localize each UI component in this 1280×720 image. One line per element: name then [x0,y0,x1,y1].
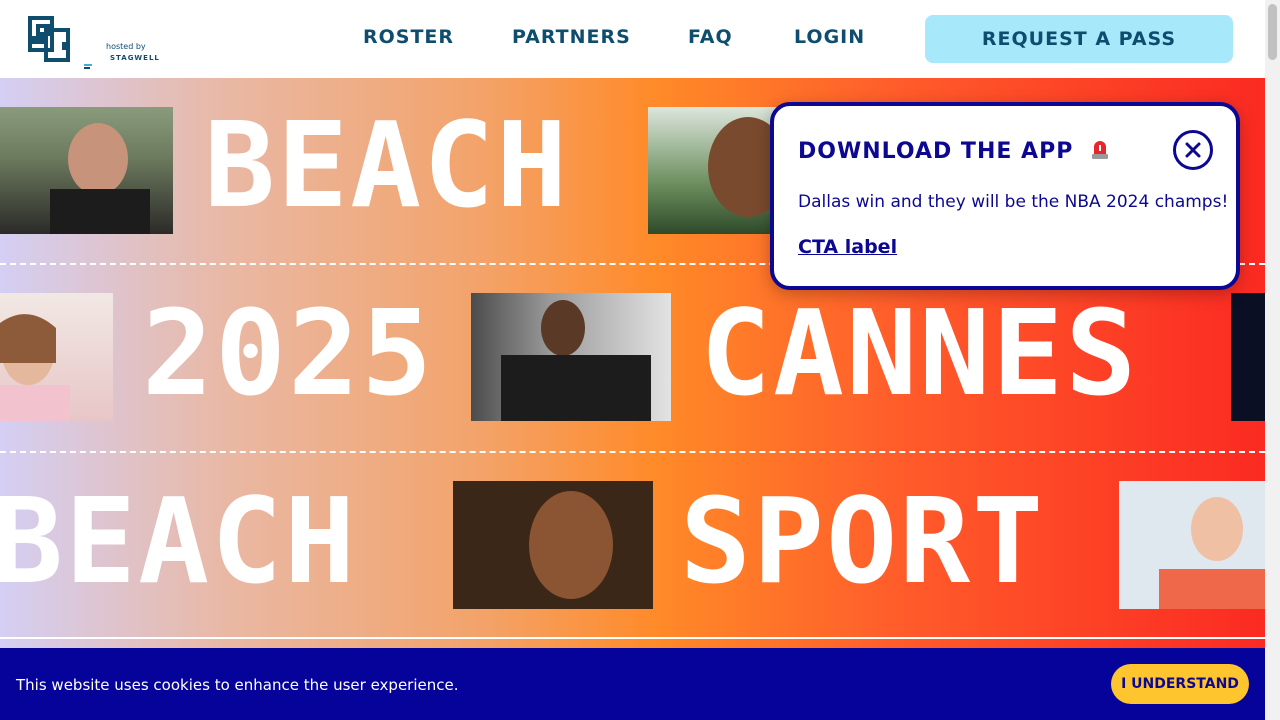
cookie-message: This website uses cookies to enhance the… [16,676,459,694]
talent-photo [0,107,173,234]
popup-message: Dallas win and they will be the NBA 2024… [798,192,1229,212]
popup-title-text: DOWNLOAD THE APP [798,139,1074,164]
request-pass-button[interactable]: REQUEST A PASS [925,15,1233,63]
talent-photo [453,481,653,609]
hosted-by-label: hosted by [106,42,146,51]
hero-word-cannes: CANNES [700,284,1139,422]
site-header: hosted by STAGWELL ROSTER PARTNERS FAQ L… [0,0,1265,78]
nav-roster[interactable]: ROSTER [363,26,454,48]
download-app-popup: DOWNLOAD THE APP Dallas win and they wil… [770,102,1240,290]
talent-photo [1231,293,1265,421]
cookie-accept-button[interactable]: I UNDERSTAND [1111,664,1249,704]
row-divider [0,451,1265,453]
nav-partners[interactable]: PARTNERS [512,26,631,48]
hero-word-beach: BEACH [204,96,570,234]
nav-login[interactable]: LOGIN [794,26,865,48]
hero-word-beach-2: BEACH [0,472,358,610]
page-scrollbar[interactable] [1265,0,1280,720]
talent-photo [648,107,778,234]
hero-word-sport: SPORT [680,472,1046,610]
close-icon [1185,142,1201,158]
sb-logo-icon [28,16,70,62]
popup-cta-link[interactable]: CTA label [798,236,897,258]
popup-title: DOWNLOAD THE APP [798,138,1110,166]
hero-word-2025: 2025 [142,284,435,422]
stagwell-mark-icon [84,55,92,69]
close-popup-button[interactable] [1173,130,1213,170]
scrollbar-thumb[interactable] [1268,4,1277,60]
siren-icon [1090,138,1110,166]
talent-photo [0,293,113,421]
row-divider [0,637,1265,639]
talent-photo [471,293,671,421]
nav-faq[interactable]: FAQ [688,26,733,48]
sport-beach-logo[interactable]: hosted by STAGWELL [26,14,159,69]
talent-photo [1119,481,1265,609]
stagwell-label: STAGWELL [110,54,160,62]
cookie-banner: This website uses cookies to enhance the… [0,648,1265,720]
